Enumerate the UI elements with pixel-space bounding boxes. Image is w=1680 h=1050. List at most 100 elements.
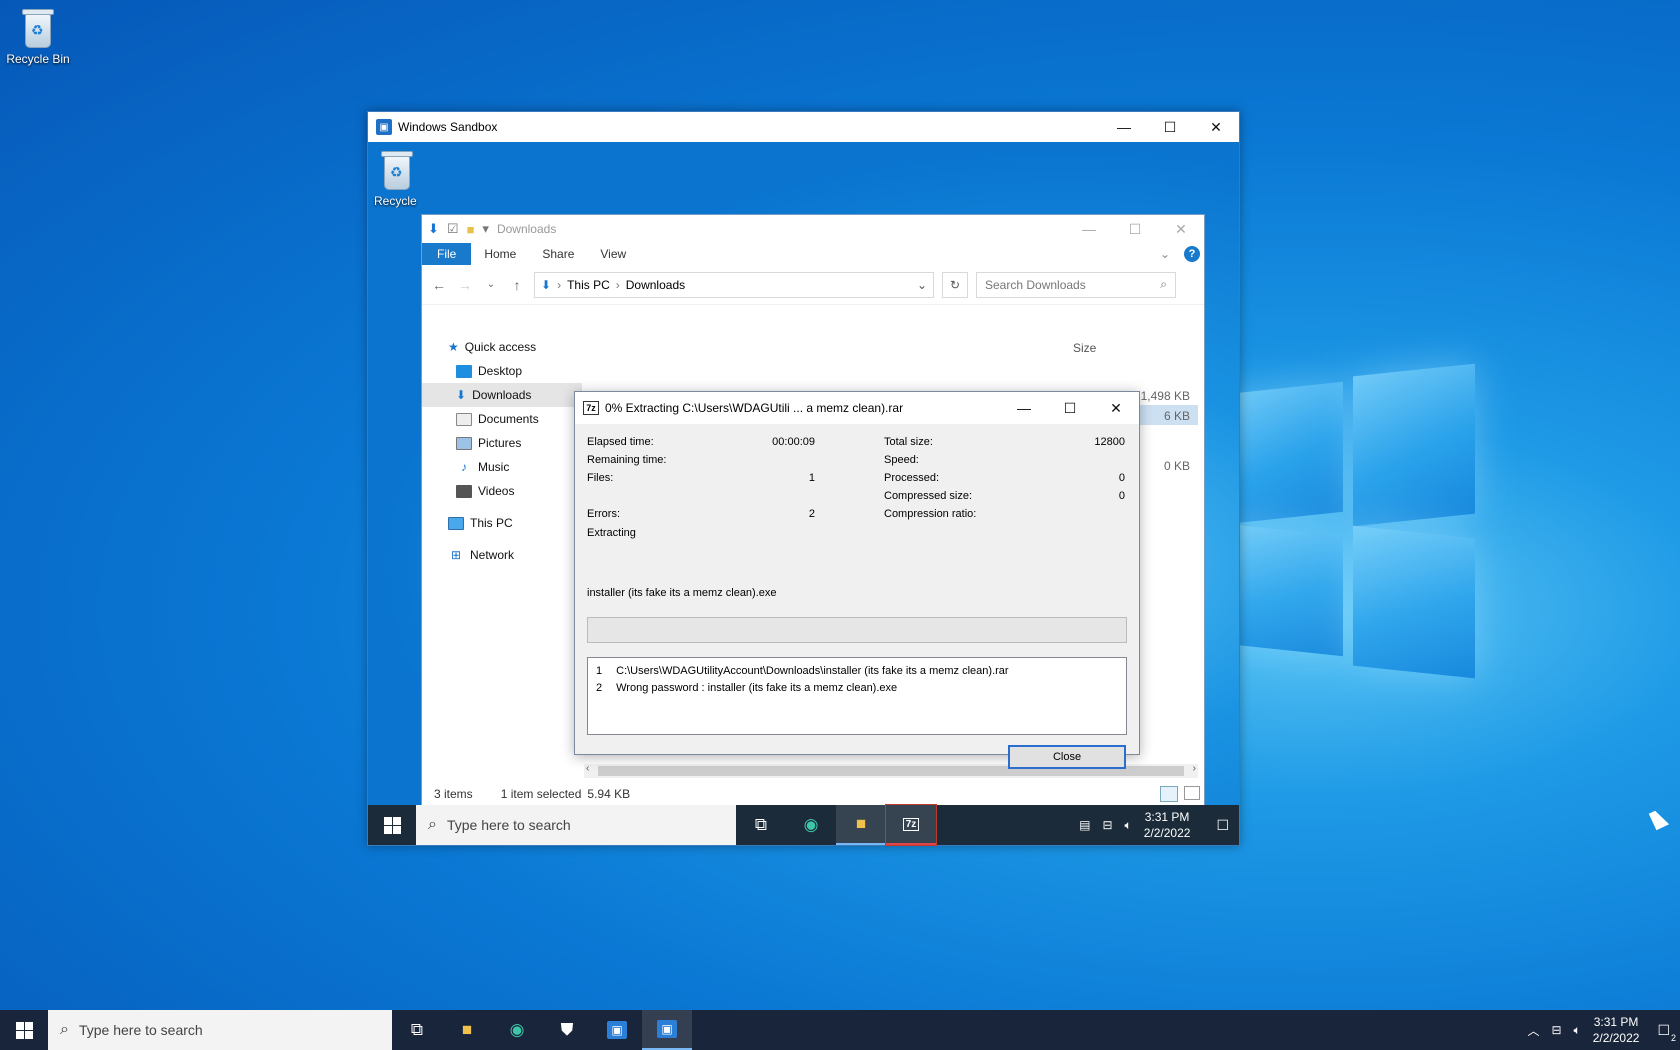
nav-desktop[interactable]: Desktop: [422, 359, 582, 383]
breadcrumb-downloads[interactable]: Downloads: [626, 278, 685, 292]
sandbox-recycle-label: Recycle: [374, 194, 417, 208]
taskbar-search-input[interactable]: ⌕ Type here to search: [416, 805, 736, 845]
file-size: 0 KB: [1163, 459, 1190, 473]
maximize-button[interactable]: ☐: [1047, 392, 1093, 424]
recent-locations-icon[interactable]: ⌄: [482, 279, 500, 290]
nav-quick-access[interactable]: ★ Quick access: [422, 335, 582, 359]
extraction-progress-dialog[interactable]: 7z 0% Extracting C:\Users\WDAGUtili ... …: [574, 391, 1140, 769]
star-icon: ★: [448, 340, 459, 354]
address-bar[interactable]: ⬇ › This PC › Downloads ⌄: [534, 271, 934, 298]
search-input[interactable]: Search Downloads ⌕: [976, 271, 1176, 298]
close-button[interactable]: ✕: [1158, 215, 1204, 243]
maximize-button[interactable]: ☐: [1112, 215, 1158, 243]
music-icon: ♪: [461, 460, 467, 474]
tab-view[interactable]: View: [587, 243, 639, 265]
maximize-button[interactable]: ☐: [1147, 112, 1193, 142]
close-button[interactable]: ✕: [1193, 112, 1239, 142]
back-arrow-icon[interactable]: ←: [430, 277, 448, 293]
security-shield-icon[interactable]: ⛊: [542, 1010, 592, 1050]
status-selection: 1 item selected: [500, 787, 582, 801]
start-button[interactable]: [368, 805, 416, 845]
network-icon[interactable]: ⊟: [1551, 1023, 1561, 1037]
nav-downloads[interactable]: ⬇ Downloads: [422, 383, 582, 407]
recycle-bin-label: Recycle Bin: [6, 52, 70, 66]
start-button[interactable]: [0, 1010, 48, 1050]
column-header-size[interactable]: Size: [1073, 341, 1096, 355]
expand-ribbon-icon[interactable]: ⌄: [1160, 247, 1170, 261]
windows-sandbox-window[interactable]: ▣ Windows Sandbox — ☐ ✕ ♻ Recycle ⬇ ☑ ■ …: [367, 111, 1240, 846]
sandbox-desktop: ♻ Recycle ⬇ ☑ ■ ▾ Downloads — ☐ ✕ File H…: [366, 142, 1239, 846]
folder-icon[interactable]: ■: [467, 222, 475, 237]
file-explorer-icon[interactable]: ■: [442, 1010, 492, 1050]
nav-documents[interactable]: Documents: [422, 407, 582, 431]
sandbox-active-icon[interactable]: ▣: [642, 1010, 692, 1050]
close-button[interactable]: ✕: [1093, 392, 1139, 424]
notification-icon[interactable]: ☐: [1216, 817, 1229, 834]
volume-icon[interactable]: 🔈︎: [1125, 818, 1132, 833]
nav-pictures[interactable]: Pictures: [422, 431, 582, 455]
help-icon[interactable]: ?: [1184, 246, 1200, 262]
taskbar-clock[interactable]: 3:31 PM 2/2/2022: [1593, 1014, 1640, 1046]
nav-network[interactable]: ⊞ Network: [422, 543, 582, 567]
explorer-titlebar[interactable]: ⬇ ☑ ■ ▾ Downloads — ☐ ✕: [422, 215, 1204, 243]
desktop-windows-logo: [1225, 360, 1495, 690]
notification-center-icon[interactable]: ☐ 2: [1657, 1022, 1676, 1043]
minimize-button[interactable]: —: [1066, 215, 1112, 243]
log-line: 1 C:\Users\WDAGUtilityAccount\Downloads\…: [596, 664, 1009, 677]
large-icons-view-icon[interactable]: [1184, 786, 1200, 800]
desktop-icon: [456, 364, 472, 378]
tab-share[interactable]: Share: [529, 243, 587, 265]
error-log[interactable]: 1 C:\Users\WDAGUtilityAccount\Downloads\…: [587, 657, 1127, 735]
current-file: installer (its fake its a memz clean).ex…: [587, 587, 777, 599]
file-size: 6 KB: [1163, 409, 1190, 423]
scroll-left-icon[interactable]: ‹: [586, 763, 589, 774]
processed-value: 0: [1118, 472, 1125, 484]
nav-videos[interactable]: Videos: [422, 479, 582, 503]
chevron-down-icon[interactable]: ▾: [482, 221, 489, 237]
recycle-bin-icon: ♻: [380, 150, 414, 190]
properties-icon[interactable]: ☑: [447, 221, 459, 237]
file-explorer-icon[interactable]: ■: [836, 805, 886, 845]
dialog-titlebar[interactable]: 7z 0% Extracting C:\Users\WDAGUtili ... …: [575, 392, 1139, 424]
tab-file[interactable]: File: [422, 243, 472, 265]
edge-icon[interactable]: ◉: [786, 805, 836, 845]
tab-home[interactable]: Home: [471, 243, 529, 265]
taskbar-search-input[interactable]: ⌕ Type here to search: [48, 1010, 392, 1050]
details-view-icon[interactable]: [1160, 786, 1178, 802]
network-icon[interactable]: ⊟: [1102, 818, 1112, 832]
7zip-taskbar-icon[interactable]: 7z: [885, 804, 937, 846]
nav-this-pc[interactable]: This PC: [422, 511, 582, 535]
up-arrow-icon[interactable]: ↑: [508, 277, 526, 293]
taskbar-clock[interactable]: 3:31 PM 2/2/2022: [1144, 809, 1191, 841]
computer-icon: [448, 516, 464, 530]
videos-icon: [456, 484, 472, 498]
dialog-close-button[interactable]: Close: [1008, 745, 1126, 769]
pictures-icon: [456, 436, 472, 450]
news-icon[interactable]: ▤: [1079, 818, 1090, 832]
volume-icon[interactable]: 🔈︎: [1574, 1023, 1581, 1038]
download-arrow-icon: ⬇: [428, 221, 439, 236]
recycle-bin-desktop-icon[interactable]: ♻ Recycle Bin: [0, 8, 76, 66]
nav-music[interactable]: ♪ Music: [422, 455, 582, 479]
forward-arrow-icon[interactable]: →: [456, 277, 474, 293]
errors-value: 2: [808, 508, 815, 520]
search-icon: ⌕: [1160, 277, 1167, 291]
sandbox-recycle-bin-icon[interactable]: ♻ Recycle: [366, 150, 428, 208]
task-view-icon[interactable]: ⧉: [736, 805, 786, 845]
7zip-icon: 7z: [583, 401, 599, 415]
network-icon: ⊞: [450, 548, 462, 562]
refresh-button[interactable]: ↻: [942, 271, 968, 298]
sandbox-taskbar-icon[interactable]: ▣: [592, 1010, 642, 1050]
minimize-button[interactable]: —: [1101, 112, 1147, 142]
edge-icon[interactable]: ◉: [492, 1010, 542, 1050]
address-dropdown-icon[interactable]: ⌄: [917, 278, 927, 292]
taskbar: ⌕ Type here to search ⧉ ■ ◉ ⛊ ▣ ▣ ︿ ⊟ 🔈︎…: [0, 1010, 1680, 1050]
task-view-icon[interactable]: ⧉: [392, 1010, 442, 1050]
minimize-button[interactable]: —: [1001, 392, 1047, 424]
file-explorer-window[interactable]: ⬇ ☑ ■ ▾ Downloads — ☐ ✕ File Home Share …: [421, 214, 1205, 806]
elapsed-time-label: Elapsed time:: [587, 436, 654, 448]
sandbox-titlebar[interactable]: ▣ Windows Sandbox — ☐ ✕: [368, 112, 1239, 142]
show-hidden-icons-chevron-icon[interactable]: ︿: [1527, 1022, 1539, 1039]
scroll-right-icon[interactable]: ›: [1193, 763, 1196, 774]
breadcrumb-this-pc[interactable]: This PC: [567, 278, 610, 292]
